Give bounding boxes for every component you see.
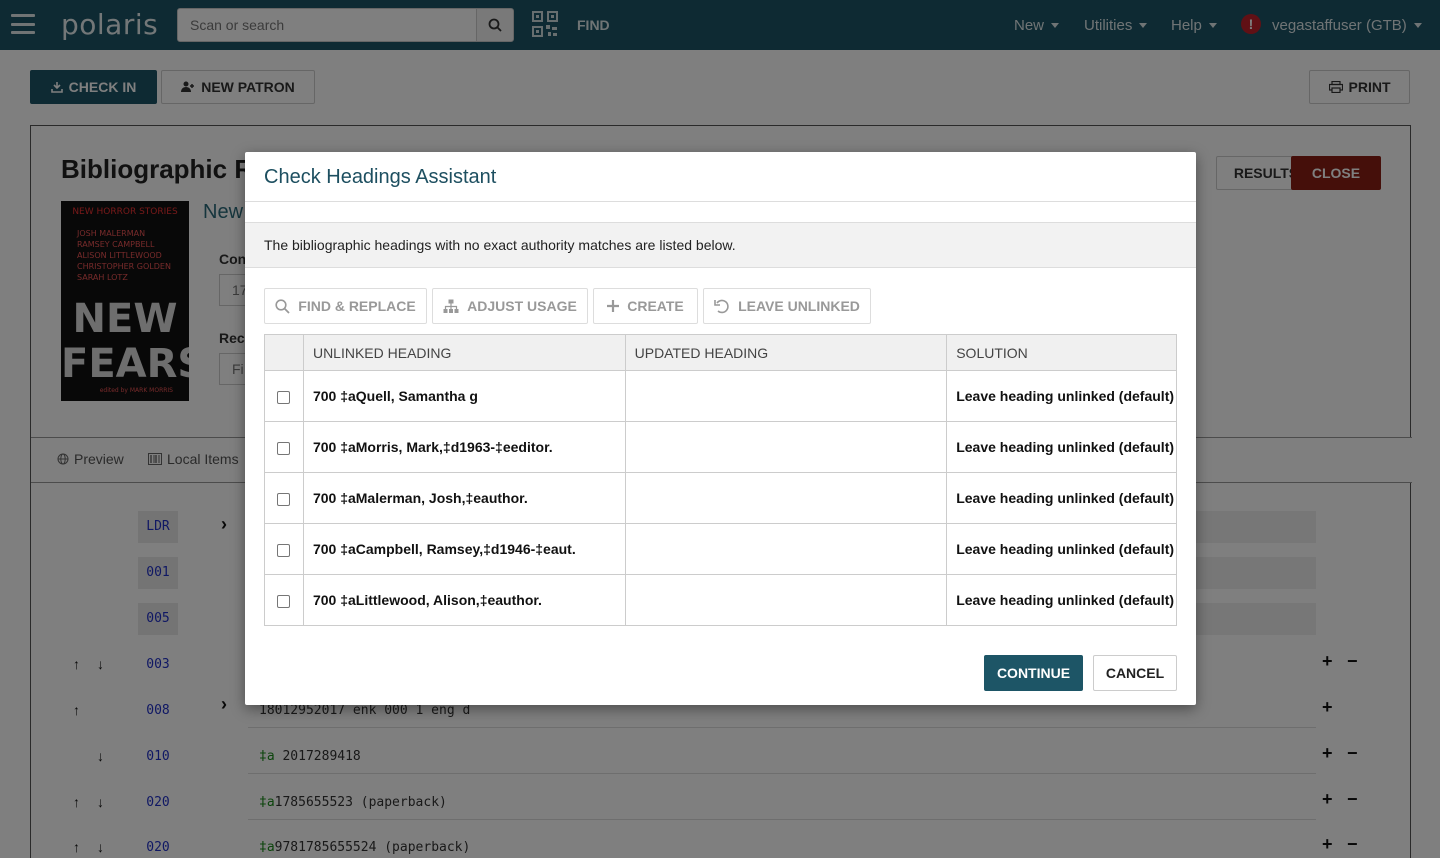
continue-button[interactable]: CONTINUE <box>984 655 1083 691</box>
sitemap-icon <box>443 299 459 313</box>
adjust-usage-button[interactable]: ADJUST USAGE <box>432 288 588 324</box>
create-label: CREATE <box>627 298 684 314</box>
dialog-title: Check Headings Assistant <box>264 166 497 188</box>
table-row[interactable]: 700 ‡aLittlewood, Alison,‡eauthor. Leave… <box>264 574 1177 626</box>
unlinked-heading-cell: 700 ‡aCampbell, Ramsey,‡d1946-‡eaut. <box>302 523 626 575</box>
table-row[interactable]: 700 ‡aCampbell, Ramsey,‡d1946-‡eaut. Lea… <box>264 523 1177 575</box>
unlinked-heading-cell: 700 ‡aMorris, Mark,‡d1963-‡eeditor. <box>302 421 626 473</box>
unlinked-heading-cell: 700 ‡aQuell, Samantha g <box>302 370 626 422</box>
updated-heading-cell <box>624 370 948 422</box>
row-select-cell <box>264 370 304 422</box>
updated-heading-cell <box>624 574 948 626</box>
table-row[interactable]: 700 ‡aMorris, Mark,‡d1963-‡eeditor. Leav… <box>264 421 1177 473</box>
headings-table: UNLINKED HEADING UPDATED HEADING SOLUTIO… <box>264 334 1177 626</box>
divider <box>245 201 1196 202</box>
search-icon <box>275 298 290 314</box>
row-checkbox[interactable] <box>277 492 291 506</box>
row-select-cell <box>264 574 304 626</box>
row-checkbox[interactable] <box>277 594 291 608</box>
updated-heading-cell <box>624 523 948 575</box>
table-row[interactable]: 700 ‡aMalerman, Josh,‡eauthor. Leave hea… <box>264 472 1177 524</box>
create-button[interactable]: CREATE <box>593 288 698 324</box>
solution-cell: Leave heading unlinked (default) <box>946 472 1177 524</box>
check-headings-dialog: Check Headings Assistant The bibliograph… <box>245 152 1196 705</box>
updated-heading-cell <box>624 421 948 473</box>
adjust-usage-label: ADJUST USAGE <box>467 298 577 314</box>
row-select-cell <box>264 523 304 575</box>
row-select-cell <box>264 421 304 473</box>
solution-cell: Leave heading unlinked (default) <box>946 421 1177 473</box>
unlinked-heading-cell: 700 ‡aMalerman, Josh,‡eauthor. <box>302 472 626 524</box>
find-replace-button[interactable]: FIND & REPLACE <box>264 288 427 324</box>
table-header-row: UNLINKED HEADING UPDATED HEADING SOLUTIO… <box>264 334 1177 371</box>
leave-unlinked-button[interactable]: LEAVE UNLINKED <box>703 288 871 324</box>
row-checkbox[interactable] <box>277 390 291 404</box>
select-column-header <box>264 334 304 371</box>
row-checkbox[interactable] <box>277 441 291 455</box>
solution-cell: Leave heading unlinked (default) <box>946 574 1177 626</box>
row-checkbox[interactable] <box>277 543 291 557</box>
solution-cell: Leave heading unlinked (default) <box>946 523 1177 575</box>
solution-cell: Leave heading unlinked (default) <box>946 370 1177 422</box>
column-header-updated[interactable]: UPDATED HEADING <box>624 334 948 371</box>
column-header-unlinked[interactable]: UNLINKED HEADING <box>302 334 626 371</box>
updated-heading-cell <box>624 472 948 524</box>
plus-icon <box>607 300 620 312</box>
undo-icon <box>714 299 729 313</box>
cancel-button[interactable]: CANCEL <box>1093 655 1177 691</box>
unlinked-heading-cell: 700 ‡aLittlewood, Alison,‡eauthor. <box>302 574 626 626</box>
leave-unlinked-label: LEAVE UNLINKED <box>738 298 860 314</box>
table-row[interactable]: 700 ‡aQuell, Samantha g Leave heading un… <box>264 370 1177 422</box>
find-replace-label: FIND & REPLACE <box>298 298 416 314</box>
column-header-solution[interactable]: SOLUTION <box>946 334 1177 371</box>
info-message: The bibliographic headings with no exact… <box>245 222 1196 268</box>
row-select-cell <box>264 472 304 524</box>
